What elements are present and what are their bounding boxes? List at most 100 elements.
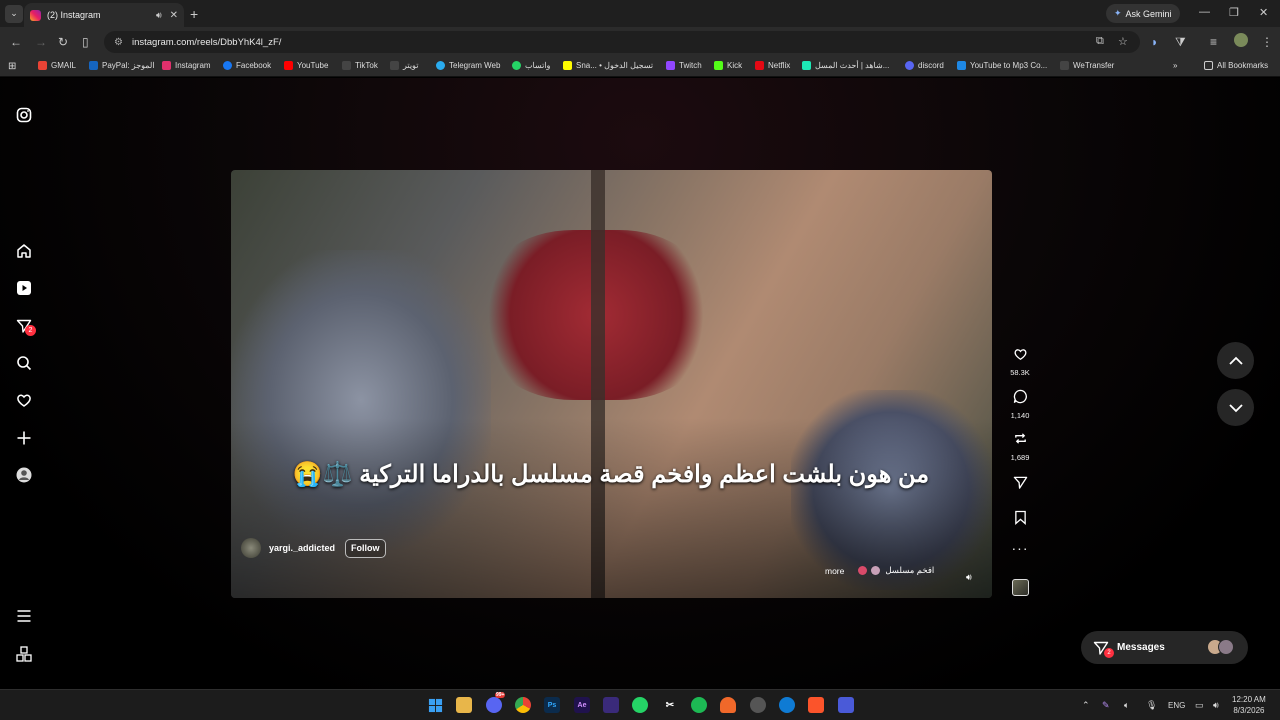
speaker-tray-icon[interactable]: 🔊︎ xyxy=(1213,700,1219,711)
clock-time: 12:20 AM xyxy=(1232,695,1266,704)
back-icon[interactable]: ← xyxy=(10,35,22,49)
brave-app-icon[interactable] xyxy=(808,697,824,713)
bookmark-wetransfer[interactable]: WeTransfer xyxy=(1060,61,1114,70)
edge-app-icon[interactable] xyxy=(779,697,795,713)
bookmark-star-icon[interactable]: ☆ xyxy=(1118,35,1128,48)
bookmark-telegram[interactable]: Telegram Web xyxy=(436,61,500,70)
photoshop-app-icon[interactable]: Ps xyxy=(544,697,560,713)
media-encoder-app-icon[interactable] xyxy=(603,697,619,713)
capcut-app-icon[interactable]: ✂ xyxy=(662,697,678,713)
reels-icon[interactable] xyxy=(14,278,34,298)
new-tab-button[interactable]: + xyxy=(190,6,198,22)
bookmark-youtube[interactable]: YouTube xyxy=(284,61,328,70)
profile-avatar[interactable] xyxy=(1234,33,1248,47)
steam-app-icon[interactable] xyxy=(750,697,766,713)
bookmark-discord[interactable]: discord xyxy=(905,61,944,70)
all-bookmarks-folder[interactable]: All Bookmarks xyxy=(1204,61,1268,70)
pen-icon[interactable]: ✎ xyxy=(1102,700,1110,711)
bookmark-gmail[interactable]: GMAIL xyxy=(38,61,76,70)
minimize-icon[interactable]: — xyxy=(1199,6,1210,18)
side-panel-icon[interactable]: ▯ xyxy=(82,35,89,49)
chevron-down-icon xyxy=(1228,403,1243,412)
repost-icon xyxy=(1014,433,1026,444)
file-explorer-icon[interactable] xyxy=(456,697,472,713)
author-username[interactable]: yargi._addicted xyxy=(269,543,335,553)
after-effects-app-icon[interactable]: Ae xyxy=(574,697,590,713)
browser-tab-instagram[interactable]: (2) Instagram 🔊︎ ✕ xyxy=(24,3,184,27)
display-icon[interactable]: ▭ xyxy=(1195,700,1204,711)
chevron-up-icon xyxy=(1228,356,1243,365)
direct-messages-icon[interactable]: 2 xyxy=(14,316,36,336)
author-avatar[interactable] xyxy=(241,538,261,558)
bookmark-paypal[interactable]: PayPal: الموجز xyxy=(89,61,155,70)
site-info-icon[interactable]: ⚙︎ xyxy=(114,37,123,48)
bookmarks-overflow-icon[interactable]: » xyxy=(1173,61,1177,70)
volume-icon[interactable]: 🔊︎ xyxy=(966,572,972,583)
bookmark-kick[interactable]: Kick xyxy=(714,61,742,70)
volume-tray-icon[interactable]: 🔈︎ xyxy=(1124,700,1129,711)
url-text: instagram.com/reels/DbbYhK4l_zF/ xyxy=(131,36,282,48)
next-reel-button[interactable] xyxy=(1217,389,1254,426)
windows-start-icon[interactable] xyxy=(427,697,443,713)
microphone-icon[interactable]: 🎙︎ xyxy=(1146,700,1157,711)
messages-button[interactable]: 2 Messages xyxy=(1081,631,1248,664)
tab-search-button[interactable]: ⌄ xyxy=(5,4,23,23)
instagram-logo-icon[interactable] xyxy=(14,105,34,125)
create-plus-icon[interactable] xyxy=(14,428,34,448)
ask-gemini-button[interactable]: ✦ Ask Gemini xyxy=(1106,4,1180,23)
comment-button[interactable]: 1,140 xyxy=(1008,389,1032,420)
share-button[interactable] xyxy=(1008,475,1032,495)
bookmark-netflix[interactable]: Netflix xyxy=(755,61,790,70)
bookmark-youtube-mp3[interactable]: YouTube to Mp3 Co... xyxy=(957,61,1047,70)
spotify-app-icon[interactable] xyxy=(691,697,707,713)
previous-reel-button[interactable] xyxy=(1217,342,1254,379)
bookmark-instagram[interactable]: Instagram xyxy=(162,61,211,70)
instagram-icon xyxy=(162,61,171,70)
restore-icon[interactable]: ❐ xyxy=(1229,6,1239,19)
notifications-heart-icon[interactable] xyxy=(14,390,34,410)
cloud-app-icon[interactable] xyxy=(720,697,736,713)
bookmark-tiktok[interactable]: TikTok xyxy=(342,61,378,70)
reload-icon[interactable]: ↻ xyxy=(58,35,68,49)
reel-description-row: more افخم مسلسل xyxy=(825,565,934,576)
apps-grid-icon[interactable]: ⊞ xyxy=(8,61,16,72)
install-app-icon[interactable]: ⧉ xyxy=(1096,35,1104,48)
more-options-icon[interactable]: ··· xyxy=(1008,540,1032,556)
save-button[interactable] xyxy=(1008,510,1032,530)
home-icon[interactable] xyxy=(14,241,34,261)
bookmark-facebook[interactable]: Facebook xyxy=(223,61,271,70)
speaker-icon[interactable]: 🔊︎ xyxy=(156,10,162,21)
show-hidden-icons-icon[interactable]: ⌃ xyxy=(1082,700,1090,711)
download-shield-icon xyxy=(957,61,966,70)
bookmark-twitter[interactable]: تويتر xyxy=(390,61,418,70)
language-indicator[interactable]: ENG xyxy=(1168,701,1185,710)
address-bar[interactable]: ⚙︎ instagram.com/reels/DbbYhK4l_zF/ ⧉ ☆ xyxy=(104,31,1140,53)
bookmark-twitch[interactable]: Twitch xyxy=(666,61,702,70)
audio-thumbnail[interactable] xyxy=(1012,579,1029,596)
system-clock[interactable]: 12:20 AM 8/3/2026 xyxy=(1232,694,1266,716)
more-link[interactable]: more xyxy=(825,566,844,576)
discord-app-icon[interactable]: 99+ xyxy=(486,692,506,713)
bookmark-snapchat[interactable]: Sna... • تسجيل الدخول xyxy=(563,61,653,70)
bookmark-whatsapp[interactable]: واتساب xyxy=(512,61,550,70)
menu-hamburger-icon[interactable] xyxy=(14,606,34,626)
chrome-app-icon[interactable] xyxy=(515,697,531,713)
teams-app-icon[interactable] xyxy=(838,697,854,713)
bookmark-shahid[interactable]: شاهد | أحدث المسل... xyxy=(802,61,889,70)
browser-menu-icon[interactable]: ⋮ xyxy=(1261,35,1273,49)
profile-avatar-icon[interactable] xyxy=(14,465,34,485)
forward-icon[interactable]: → xyxy=(35,35,47,49)
close-window-icon[interactable]: ✕ xyxy=(1259,6,1268,19)
audio-title[interactable]: افخم مسلسل xyxy=(885,565,934,576)
media-controls-icon[interactable]: ≡ xyxy=(1210,35,1217,49)
extensions-icon[interactable]: ⧩ xyxy=(1175,35,1186,50)
repost-button[interactable]: 1,689 xyxy=(1008,431,1032,462)
like-button[interactable]: 58.3K xyxy=(1008,347,1032,377)
gemini-icon[interactable]: ◗ xyxy=(1151,35,1158,49)
follow-button[interactable]: Follow xyxy=(345,538,386,558)
whatsapp-app-icon[interactable] xyxy=(632,697,648,713)
reel-video-player[interactable]: من هون بلشت اعظم وافخم قصة مسلسل بالدرام… xyxy=(231,170,992,598)
search-icon[interactable] xyxy=(14,353,34,373)
more-apps-icon[interactable] xyxy=(14,644,34,664)
close-tab-icon[interactable]: ✕ xyxy=(170,10,178,21)
